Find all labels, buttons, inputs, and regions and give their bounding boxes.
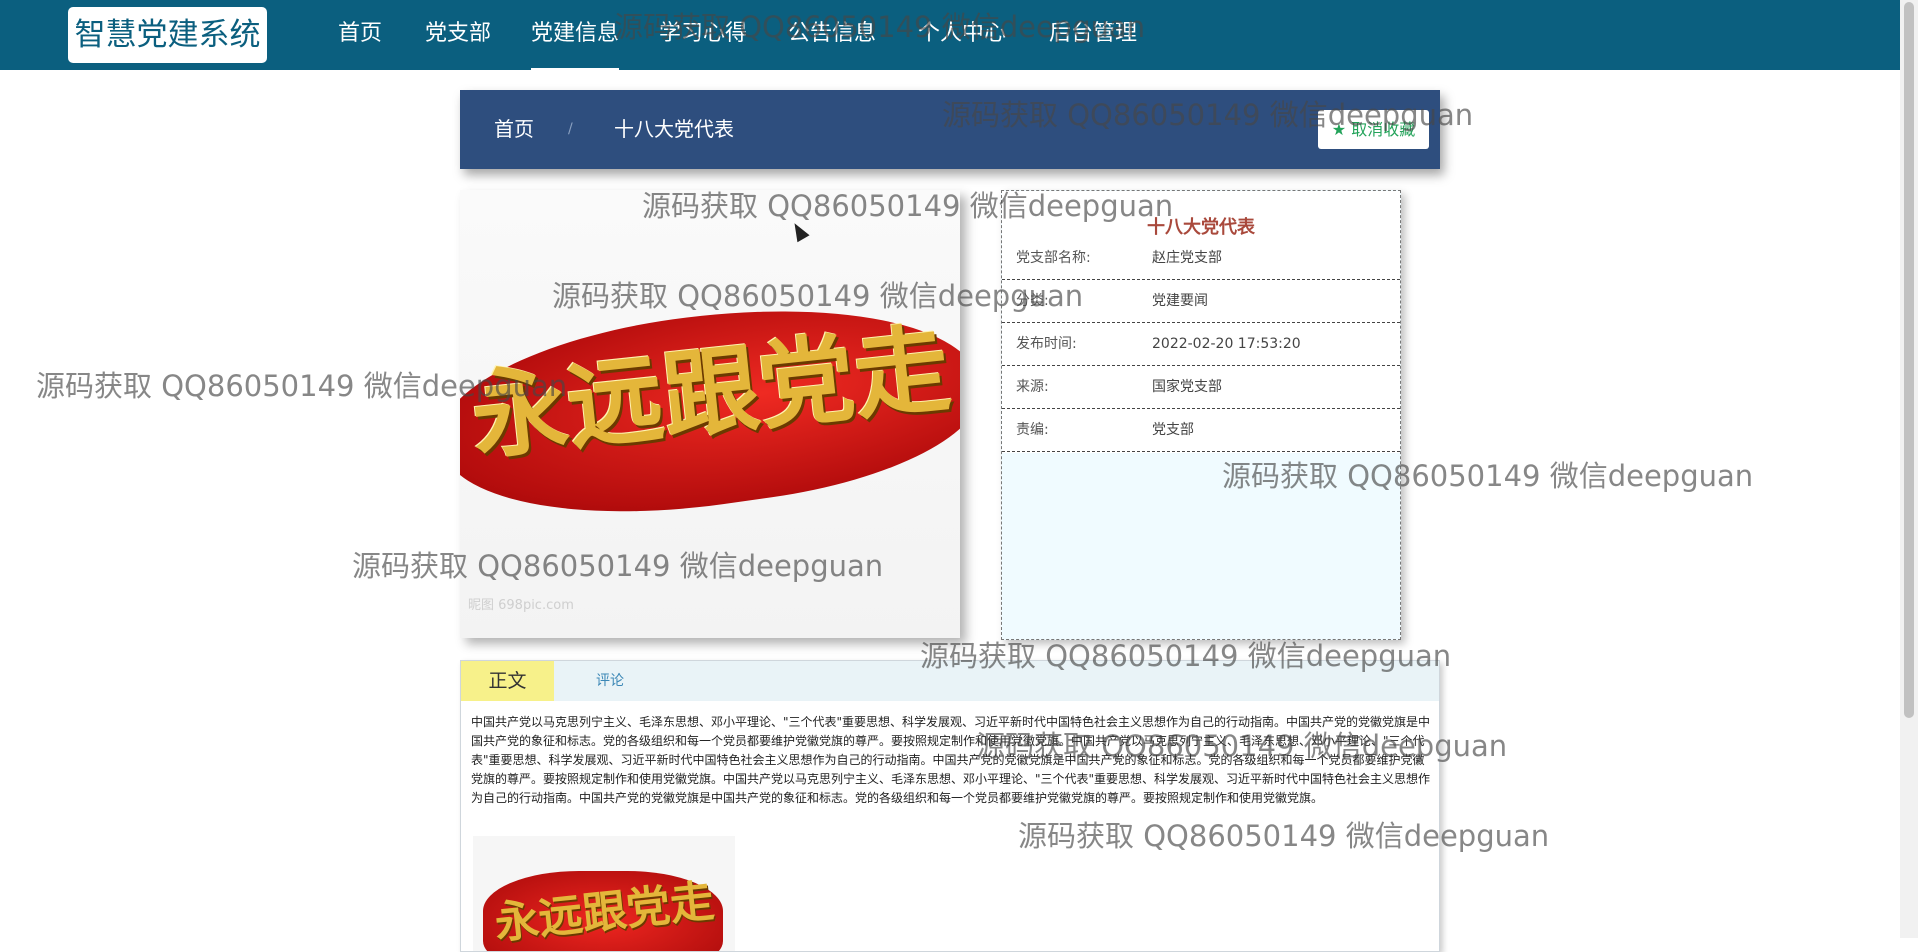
article-content: 正文 评论 中国共产党以马克思列宁主义、毛泽东思想、邓小平理论、"三个代表"重要… <box>460 660 1440 952</box>
site-logo[interactable]: 智慧党建系统 <box>68 7 267 63</box>
nav-home[interactable]: 首页 <box>338 0 382 70</box>
info-value: 2022-02-20 17:53:20 <box>1152 336 1301 352</box>
info-row-branch: 党支部名称: 赵庄党支部 <box>1002 237 1400 280</box>
page-scrollbar[interactable] <box>1900 0 1918 938</box>
info-value: 党建要闻 <box>1152 293 1208 309</box>
breadcrumb-separator: / <box>568 121 573 137</box>
article-title: 十八大党代表 <box>1147 217 1255 238</box>
article-inline-image: 永远跟党走 <box>473 836 735 951</box>
nav-news[interactable]: 党建信息 <box>531 0 620 70</box>
info-row-category: 分类: 党建要闻 <box>1002 280 1400 323</box>
article-body-text: 中国共产党以马克思列宁主义、毛泽东思想、邓小平理论、"三个代表"重要思想、科学发… <box>471 715 1431 805</box>
info-value: 党支部 <box>1152 422 1194 438</box>
nav-notice[interactable]: 公告信息 <box>788 0 876 70</box>
breadcrumb-home[interactable]: 首页 <box>494 90 534 169</box>
cover-image: 永远跟党走 昵图 698pic.com <box>460 190 960 638</box>
tab-comments[interactable]: 评论 <box>554 661 666 701</box>
breadcrumb: 首页 / 十八大党代表 <box>460 90 1440 169</box>
cancel-favorite-button[interactable]: ★ 取消收藏 <box>1318 110 1429 149</box>
scrollbar-thumb[interactable] <box>1904 2 1914 718</box>
info-row-publish-time: 发布时间: 2022-02-20 17:53:20 <box>1002 323 1400 366</box>
info-key: 发布时间: <box>1016 336 1077 352</box>
info-row-editor: 责编: 党支部 <box>1002 409 1400 452</box>
nav-branch[interactable]: 党支部 <box>425 0 491 70</box>
info-key: 分类: <box>1016 293 1049 309</box>
cover-image-watermark: 昵图 698pic.com <box>468 598 574 613</box>
tab-body[interactable]: 正文 <box>461 661 554 701</box>
article-info-panel: 十八大党代表 党支部名称: 赵庄党支部 分类: 党建要闻 发布时间: 2022-… <box>1001 190 1401 640</box>
info-row-source: 来源: 国家党支部 <box>1002 366 1400 409</box>
top-nav-bar: 智慧党建系统 首页 党支部 党建信息 学习心得 公告信息 个人中心 后台管理 <box>0 0 1900 70</box>
nav-admin[interactable]: 后台管理 <box>1049 0 1137 70</box>
nav-study[interactable]: 学习心得 <box>659 0 747 70</box>
info-value: 国家党支部 <box>1152 379 1222 395</box>
breadcrumb-current: 十八大党代表 <box>614 117 734 141</box>
info-key: 责编: <box>1016 422 1049 438</box>
info-value: 赵庄党支部 <box>1152 250 1222 266</box>
nav-personal[interactable]: 个人中心 <box>918 0 1006 70</box>
info-key: 党支部名称: <box>1016 250 1091 266</box>
info-key: 来源: <box>1016 379 1049 395</box>
content-tabs: 正文 评论 <box>461 661 1439 701</box>
